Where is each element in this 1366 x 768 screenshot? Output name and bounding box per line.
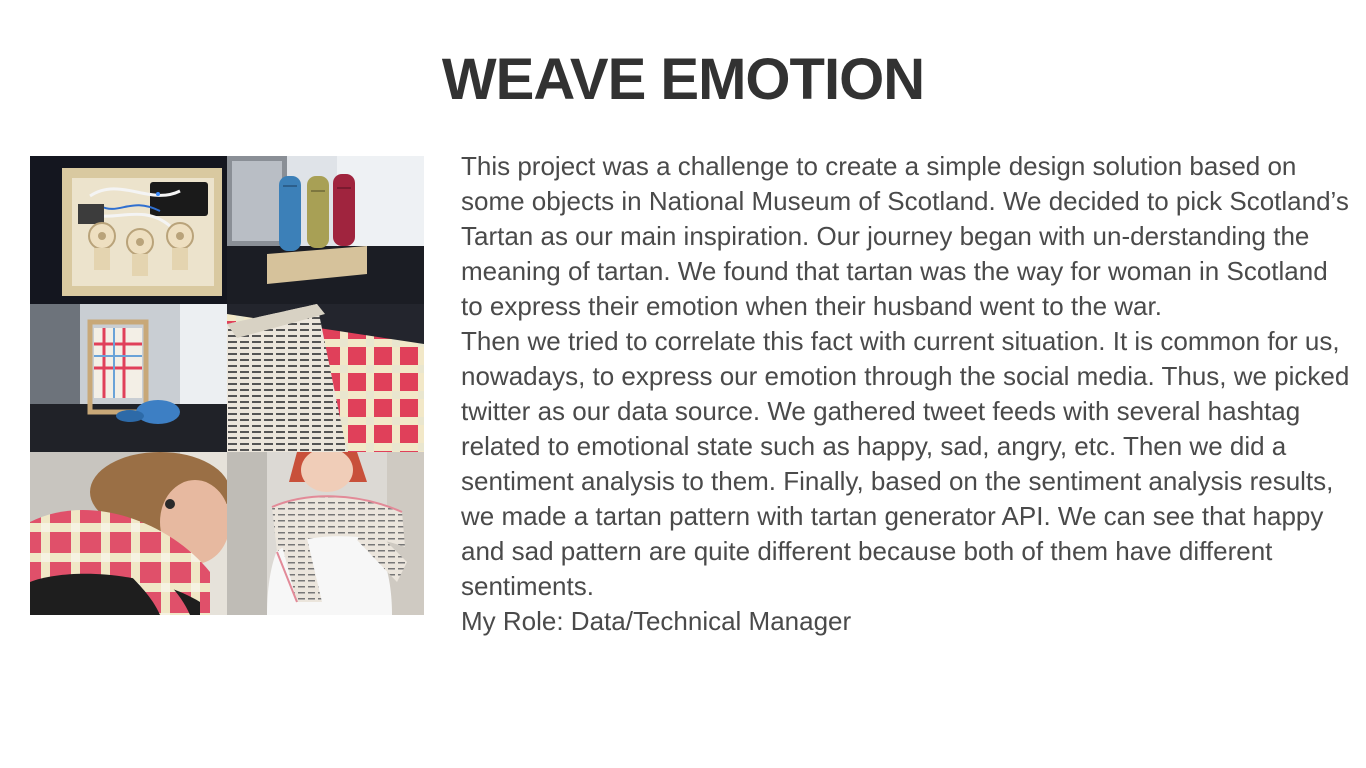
description-paragraph-method: Then we tried to correlate this fact wit… (461, 326, 1350, 601)
photo-weaving-loom (30, 304, 227, 452)
photo-collage (30, 156, 424, 615)
role-statement: My Role: Data/Technical Manager (461, 606, 852, 636)
photo-woman-printed-scarf (227, 452, 424, 615)
slide-title: WEAVE EMOTION (441, 47, 925, 112)
project-description: This project was a challenge to create a… (461, 149, 1351, 639)
photo-thread-spools (227, 156, 424, 304)
photo-electronics-box (30, 156, 227, 304)
photo-tartan-text-fabric (227, 304, 424, 452)
description-paragraph-intro: This project was a challenge to create a… (461, 151, 1349, 321)
photo-person-tartan-scarf (30, 452, 227, 615)
